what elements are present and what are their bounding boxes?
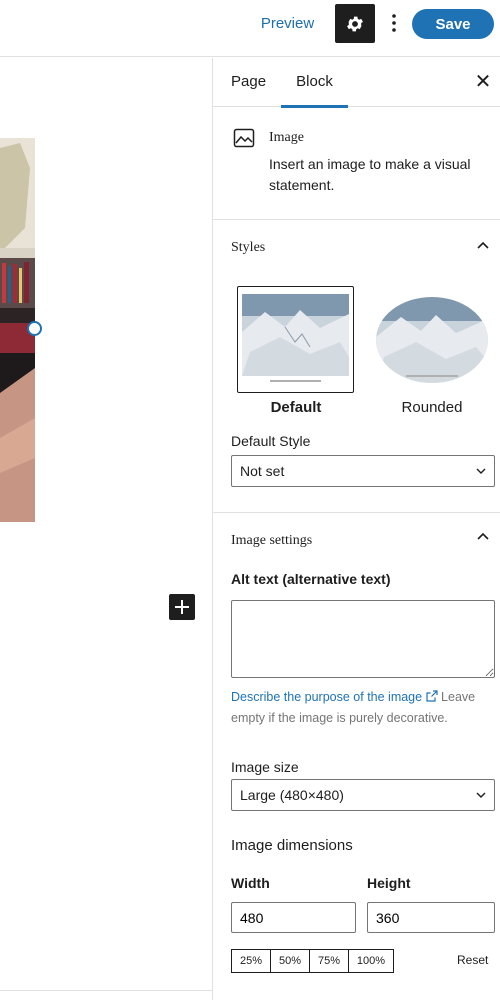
add-block-button[interactable] — [169, 594, 195, 620]
image-settings-title[interactable]: Image settings — [231, 533, 312, 549]
external-link-icon[interactable] — [425, 690, 438, 702]
style-preview — [373, 286, 490, 393]
default-style-select[interactable]: Not set — [231, 455, 495, 487]
more-options-button[interactable] — [384, 8, 404, 38]
resize-handle[interactable] — [27, 321, 42, 336]
settings-sidebar: Page Block ✕ Image Insert an image to ma… — [212, 58, 500, 1000]
settings-button[interactable] — [335, 4, 375, 43]
tab-page[interactable]: Page — [231, 58, 267, 107]
vertical-ellipsis-icon — [392, 14, 396, 32]
image-size-value: Large (480×480) — [240, 787, 344, 803]
block-card: Image Insert an image to make a visual s… — [213, 108, 500, 220]
editor-header: Preview Save — [0, 0, 500, 57]
save-button[interactable]: Save — [412, 9, 494, 39]
percent-50-button[interactable]: 50% — [270, 949, 310, 973]
style-label-default: Default — [270, 399, 322, 416]
block-description: Insert an image to make a visual stateme… — [269, 156, 471, 193]
alt-text-input[interactable] — [231, 600, 495, 678]
style-preview — [237, 286, 354, 393]
width-label: Width — [231, 875, 270, 891]
default-style-label: Default Style — [231, 433, 311, 449]
percent-75-button[interactable]: 75% — [309, 949, 349, 973]
divider — [0, 990, 212, 991]
image-settings-panel: Image settings Alt text (alternative tex… — [213, 513, 500, 1000]
alt-text-label: Alt text (alternative text) — [231, 571, 391, 587]
chevron-up-icon[interactable] — [473, 236, 493, 256]
width-input[interactable] — [231, 902, 356, 933]
editor-canvas[interactable] — [0, 58, 212, 1000]
style-option-default[interactable]: Default — [237, 286, 355, 416]
percent-button-group: 25% 50% 75% 100% — [231, 949, 394, 973]
tab-block[interactable]: Block — [281, 58, 348, 108]
chevron-up-icon[interactable] — [473, 527, 493, 547]
reset-button[interactable]: Reset — [457, 953, 488, 967]
percent-25-button[interactable]: 25% — [231, 949, 271, 973]
alt-text-help: Describe the purpose of the image Leave … — [231, 687, 497, 729]
describe-purpose-link[interactable]: Describe the purpose of the image — [231, 690, 422, 704]
styles-panel: Styles Default Rounded Default Style Not… — [213, 220, 500, 513]
chevron-down-icon — [476, 792, 486, 798]
block-title: Image — [269, 130, 304, 145]
percent-100-button[interactable]: 100% — [348, 949, 394, 973]
image-icon — [233, 128, 255, 148]
gear-icon — [347, 16, 363, 31]
style-label-rounded: Rounded — [401, 399, 463, 416]
height-label: Height — [367, 875, 411, 891]
style-option-rounded[interactable]: Rounded — [373, 286, 491, 416]
height-input[interactable] — [367, 902, 495, 933]
close-icon[interactable]: ✕ — [473, 70, 493, 94]
image-size-label: Image size — [231, 759, 299, 775]
plus-icon — [175, 600, 189, 614]
default-style-value: Not set — [240, 463, 285, 479]
chevron-down-icon — [476, 468, 486, 474]
styles-panel-title[interactable]: Styles — [231, 240, 265, 256]
image-size-select[interactable]: Large (480×480) — [231, 779, 495, 811]
preview-button[interactable]: Preview — [250, 10, 325, 38]
image-dimensions-label: Image dimensions — [231, 837, 353, 854]
sidebar-tabs: Page Block ✕ — [213, 58, 500, 108]
